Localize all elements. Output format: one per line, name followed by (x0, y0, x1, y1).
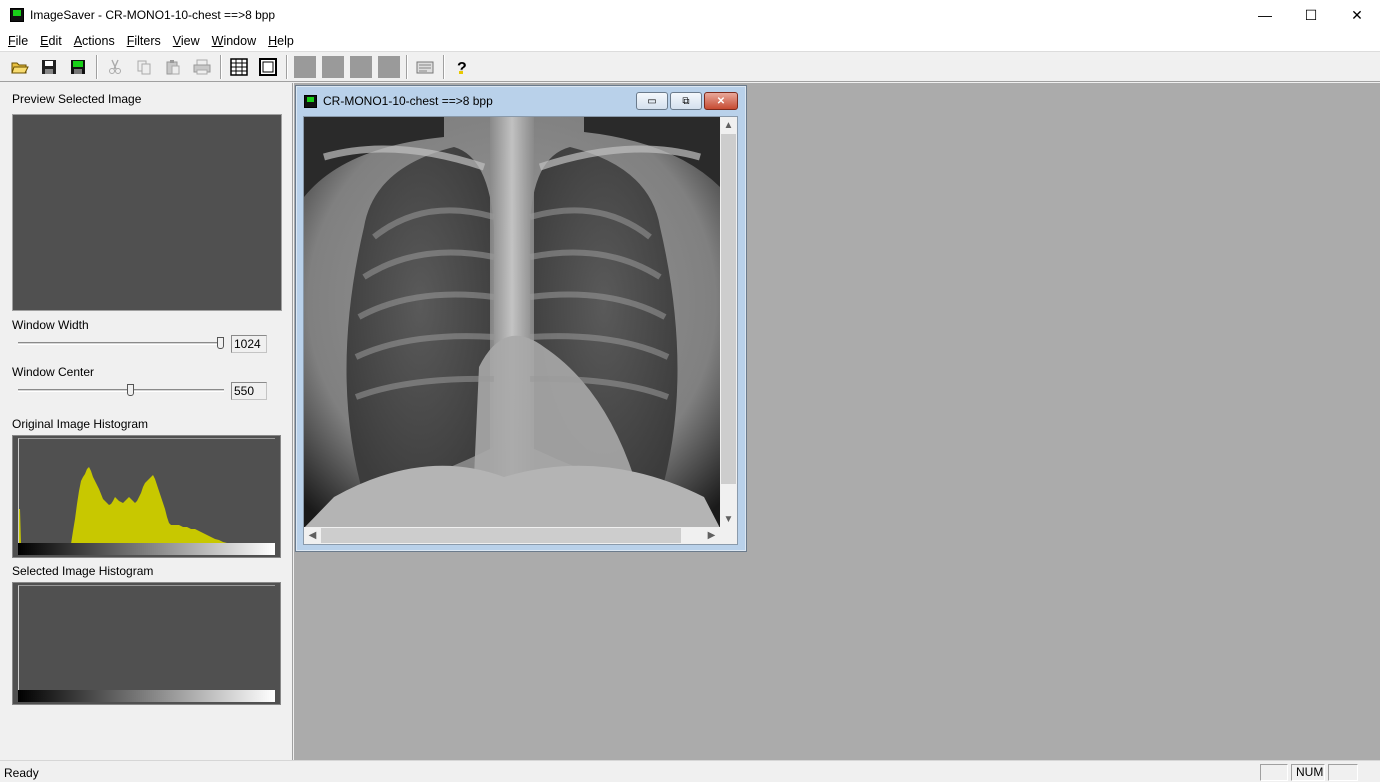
left-panel: Preview Selected Image Window Width 1024… (0, 83, 293, 760)
vertical-scrollbar[interactable]: ▲ ▼ (720, 117, 737, 528)
status-bar: Ready NUM (0, 760, 1380, 782)
disabled-tool-button[interactable] (350, 55, 372, 78)
window-controls: — ☐ ✕ (1242, 0, 1380, 30)
window-width-label: Window Width (12, 318, 89, 332)
menu-edit-accel: E (40, 33, 49, 48)
selected-histogram-plot (18, 585, 275, 690)
paste-icon[interactable] (159, 54, 187, 80)
window-title: ImageSaver - CR-MONO1-10-chest ==>8 bpp (30, 8, 276, 22)
window-width-value[interactable]: 1024 (231, 335, 267, 353)
child-close-button[interactable]: ✕ (704, 92, 738, 110)
menu-edit-label: dit (48, 33, 62, 48)
image-child-window[interactable]: CR-MONO1-10-chest ==>8 bpp ▭ ⧉ ✕ ▲ ▼ ◀ ▶ (295, 85, 747, 552)
window-center-slider-thumb[interactable] (127, 384, 135, 396)
original-histogram (12, 435, 281, 558)
size-grip[interactable] (720, 527, 737, 544)
menu-actions-accel: A (73, 33, 83, 48)
window-width-slider[interactable] (18, 342, 224, 345)
original-histogram-plot (18, 438, 275, 544)
image-info-icon[interactable] (411, 54, 439, 80)
menu-filters[interactable]: Filters (121, 34, 167, 48)
window-center-slider[interactable] (18, 389, 224, 392)
menu-window-label: indow (223, 33, 257, 48)
close-button[interactable]: ✕ (1334, 0, 1380, 30)
scroll-left-icon[interactable]: ◀ (304, 527, 321, 544)
child-window-controls: ▭ ⧉ ✕ (634, 92, 738, 110)
histogram-area (19, 467, 229, 544)
vertical-scroll-thumb[interactable] (721, 134, 736, 484)
preview-label: Preview Selected Image (12, 92, 142, 106)
save-icon[interactable] (35, 54, 63, 80)
menu-help-accel: H (268, 33, 278, 48)
menu-help[interactable]: Help (262, 34, 300, 48)
title-bar: ImageSaver - CR-MONO1-10-chest ==>8 bpp … (0, 0, 1380, 30)
original-histogram-label: Original Image Histogram (12, 417, 149, 431)
menu-window[interactable]: Window (206, 34, 262, 48)
selected-histogram-gradient (18, 690, 275, 702)
status-text: Ready (4, 766, 39, 780)
window-center-label: Window Center (12, 365, 95, 379)
status-pane-num: NUM (1291, 764, 1325, 781)
help-icon[interactable]: ? (448, 54, 476, 80)
horizontal-scroll-thumb[interactable] (321, 528, 681, 543)
child-window-title: CR-MONO1-10-chest ==>8 bpp (323, 94, 493, 108)
selected-histogram-label: Selected Image Histogram (12, 564, 154, 578)
app-icon[interactable] (10, 8, 24, 22)
menu-actions[interactable]: Actions (68, 34, 121, 48)
toolbar-separator (220, 54, 222, 79)
chest-xray-image (304, 117, 720, 528)
child-minimize-button[interactable]: ▭ (636, 92, 668, 110)
toolbar-separator (286, 54, 288, 79)
toolbar-separator (96, 54, 98, 79)
disabled-tool-button[interactable] (322, 55, 344, 78)
toolbar: ? (0, 51, 1380, 82)
disabled-tool-button[interactable] (294, 55, 316, 78)
toolbar-separator (406, 54, 408, 79)
print-icon[interactable] (188, 54, 216, 80)
selected-histogram (12, 582, 281, 705)
child-window-titlebar: CR-MONO1-10-chest ==>8 bpp (304, 94, 493, 108)
minimize-button[interactable]: — (1242, 0, 1288, 30)
save-as-icon[interactable] (64, 54, 92, 80)
original-histogram-gradient (18, 543, 275, 555)
menu-file-label: ile (15, 33, 29, 48)
horizontal-scrollbar[interactable]: ◀ ▶ (304, 527, 720, 544)
menu-help-label: elp (277, 33, 294, 48)
menu-view-accel: V (172, 33, 181, 48)
child-restore-button[interactable]: ⧉ (670, 92, 702, 110)
menu-file-accel: F (8, 33, 16, 48)
menu-filters-label: ilters (134, 33, 161, 48)
status-pane-scrl (1328, 764, 1358, 781)
menu-edit[interactable]: Edit (34, 34, 68, 48)
window-width-slider-thumb[interactable] (217, 337, 224, 349)
menu-actions-label: ctions (82, 33, 115, 48)
window-center-value[interactable]: 550 (231, 382, 267, 400)
preview-image (12, 114, 282, 311)
scroll-down-icon[interactable]: ▼ (720, 511, 737, 528)
open-folder-icon[interactable] (6, 54, 34, 80)
grid-icon[interactable] (225, 54, 253, 80)
child-window-icon[interactable] (304, 94, 317, 108)
menu-window-accel: W (211, 33, 224, 48)
menu-view-label: iew (180, 33, 200, 48)
menu-file[interactable]: File (2, 34, 34, 48)
toolbar-separator (443, 54, 445, 79)
status-pane-caps (1260, 764, 1288, 781)
image-viewport: ▲ ▼ ◀ ▶ (303, 116, 738, 545)
maximize-button[interactable]: ☐ (1288, 0, 1334, 30)
frame-icon[interactable] (254, 54, 282, 80)
scroll-up-icon[interactable]: ▲ (720, 117, 737, 134)
disabled-tool-button[interactable] (378, 55, 400, 78)
copy-icon[interactable] (130, 54, 158, 80)
cut-icon[interactable] (101, 54, 129, 80)
menu-bar: File Edit Actions Filters View Window He… (0, 30, 1380, 51)
menu-view[interactable]: View (167, 34, 206, 48)
scroll-right-icon[interactable]: ▶ (703, 527, 720, 544)
